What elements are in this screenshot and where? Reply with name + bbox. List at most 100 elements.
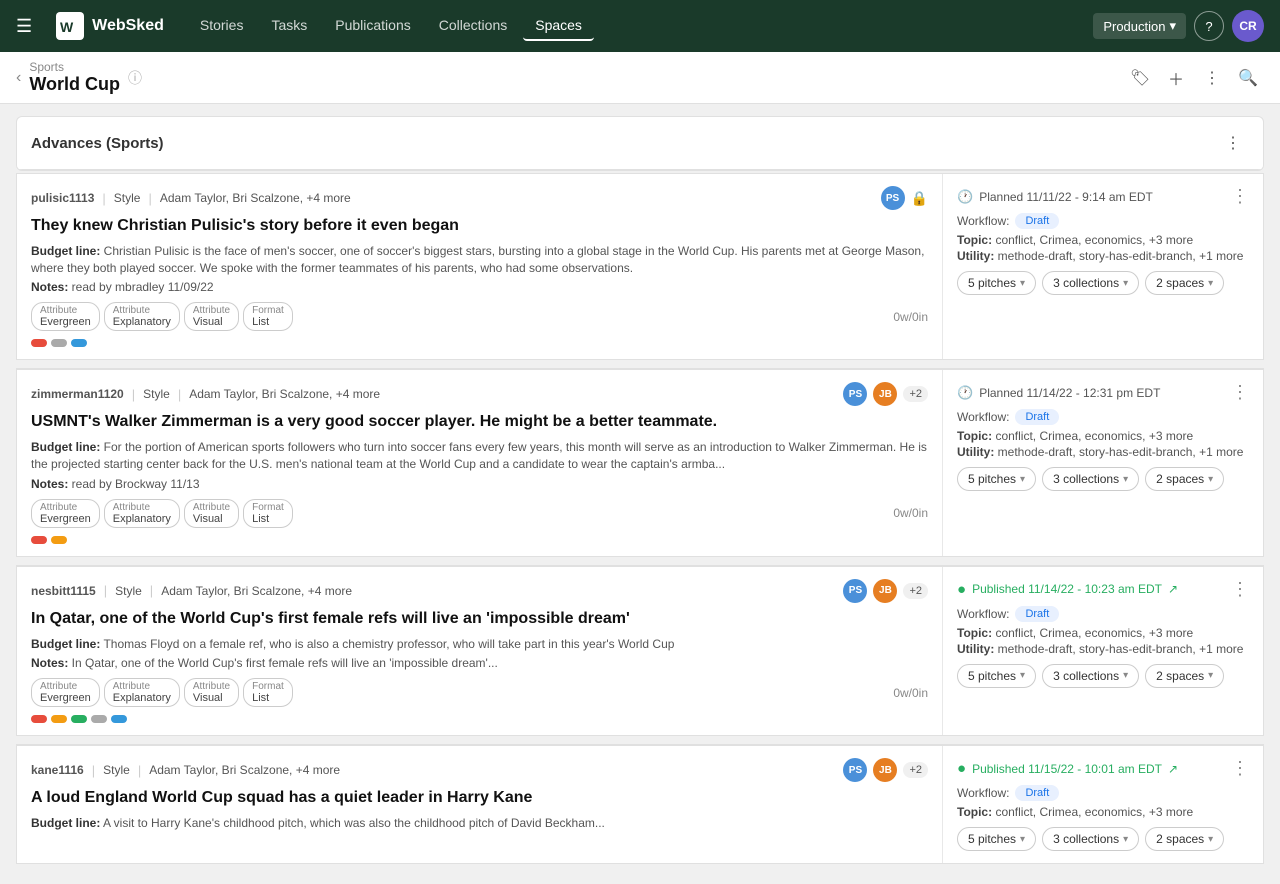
pitches-button[interactable]: 5 pitches ▾ (957, 664, 1036, 688)
section-more-button[interactable]: ⋮ (1217, 127, 1249, 159)
schedule-line: 🕐 Planned 11/11/22 - 9:14 am EDT ⋮ (957, 186, 1249, 207)
card-tags: AttributeEvergreenAttributeExplanatoryAt… (31, 678, 293, 707)
more-options-button[interactable]: ⋮ (1196, 62, 1228, 94)
workflow-line: Workflow: Draft (957, 785, 1249, 801)
topic-line: Topic: conflict, Crimea, economics, +3 m… (957, 805, 1249, 819)
color-dot (71, 339, 87, 347)
tag-item[interactable]: FormatList (243, 678, 293, 707)
tag-item[interactable]: AttributeExplanatory (104, 499, 180, 528)
tag-item[interactable]: AttributeVisual (184, 499, 239, 528)
workflow-line: Workflow: Draft (957, 213, 1249, 229)
external-link-icon[interactable]: ↗ (1168, 582, 1178, 596)
color-dot (51, 536, 67, 544)
story-headline[interactable]: They knew Christian Pulisic's story befo… (31, 216, 928, 237)
collections-button[interactable]: 3 collections ▾ (1042, 271, 1139, 295)
tag-button[interactable]: 🏷 (1124, 62, 1156, 94)
nav-tasks[interactable]: Tasks (259, 11, 319, 41)
card-more-button[interactable]: ⋮ (1231, 382, 1249, 403)
pitches-button[interactable]: 5 pitches ▾ (957, 271, 1036, 295)
spaces-button[interactable]: 2 spaces ▾ (1145, 827, 1224, 851)
color-dot (31, 339, 47, 347)
spaces-button[interactable]: 2 spaces ▾ (1145, 271, 1224, 295)
schedule-text: Planned 11/11/22 - 9:14 am EDT (979, 190, 1153, 204)
nav-collections[interactable]: Collections (427, 11, 519, 41)
workflow-label: Workflow: (957, 607, 1009, 621)
tag-item[interactable]: FormatList (243, 499, 293, 528)
pitches-button[interactable]: 5 pitches ▾ (957, 827, 1036, 851)
environment-selector[interactable]: Production ▾ (1093, 13, 1186, 39)
hamburger-menu[interactable]: ☰ (16, 16, 32, 37)
card-more-button[interactable]: ⋮ (1231, 186, 1249, 207)
workflow-line: Workflow: Draft (957, 606, 1249, 622)
help-button[interactable]: ? (1194, 11, 1224, 41)
external-link-icon[interactable]: ↗ (1168, 762, 1178, 776)
card-actions-right: PSJB +2 (843, 382, 928, 406)
add-button[interactable]: ＋ (1160, 62, 1192, 94)
published-icon: ● (957, 760, 966, 777)
card-more-button[interactable]: ⋮ (1231, 758, 1249, 779)
lock-icon: 🔒 (911, 190, 928, 207)
tag-item[interactable]: AttributeEvergreen (31, 302, 100, 331)
pitches-button[interactable]: 5 pitches ▾ (957, 467, 1036, 491)
card-notes: Notes: In Qatar, one of the World Cup's … (31, 656, 928, 670)
card-more-button[interactable]: ⋮ (1231, 579, 1249, 600)
spaces-button[interactable]: 2 spaces ▾ (1145, 664, 1224, 688)
story-id: pulisic1113 (31, 191, 94, 205)
tag-item[interactable]: AttributeVisual (184, 302, 239, 331)
tag-item[interactable]: AttributeExplanatory (104, 302, 180, 331)
story-card-wrapper: pulisic1113 | Style | Adam Taylor, Bri S… (16, 173, 1264, 360)
card-budget: Budget line: For the portion of American… (31, 439, 928, 473)
action-buttons: 5 pitches ▾ 3 collections ▾ 2 spaces ▾ (957, 467, 1249, 491)
story-section: Style (115, 584, 142, 598)
color-dots (31, 536, 928, 544)
story-headline[interactable]: In Qatar, one of the World Cup's first f… (31, 609, 928, 630)
card-notes: Notes: read by Brockway 11/13 (31, 477, 928, 491)
breadcrumb-back-chevron[interactable]: ‹ (16, 69, 21, 87)
tag-item[interactable]: AttributeEvergreen (31, 678, 100, 707)
nav-stories[interactable]: Stories (188, 11, 256, 41)
collections-button[interactable]: 3 collections ▾ (1042, 467, 1139, 491)
story-card: nesbitt1115 | Style | Adam Taylor, Bri S… (16, 566, 1264, 737)
tag-item[interactable]: AttributeExplanatory (104, 678, 180, 707)
search-button[interactable]: 🔍 (1232, 62, 1264, 94)
workflow-badge[interactable]: Draft (1015, 409, 1059, 425)
tag-item[interactable]: AttributeEvergreen (31, 499, 100, 528)
action-buttons: 5 pitches ▾ 3 collections ▾ 2 spaces ▾ (957, 827, 1249, 851)
spaces-button[interactable]: 2 spaces ▾ (1145, 467, 1224, 491)
story-id: nesbitt1115 (31, 584, 96, 598)
topic-line: Topic: conflict, Crimea, economics, +3 m… (957, 429, 1249, 443)
svg-text:W: W (60, 19, 74, 35)
author-avatar-ps: PS (843, 382, 867, 406)
nav-spaces[interactable]: Spaces (523, 11, 594, 41)
card-meta-top: kane1116 | Style | Adam Taylor, Bri Scal… (31, 758, 928, 782)
planned-icon: 🕐 (957, 385, 973, 401)
planned-icon: 🕐 (957, 189, 973, 205)
main-content: Advances (Sports) ⋮ pulisic1113 | Style … (0, 104, 1280, 884)
nav-publications[interactable]: Publications (323, 11, 423, 41)
logo: W WebSked (56, 12, 164, 40)
color-dot (71, 715, 87, 723)
card-tags: AttributeEvergreenAttributeExplanatoryAt… (31, 302, 293, 331)
workflow-badge[interactable]: Draft (1015, 785, 1059, 801)
tag-item[interactable]: FormatList (243, 302, 293, 331)
story-section: Style (103, 763, 130, 777)
user-avatar[interactable]: CR (1232, 10, 1264, 42)
card-actions-right: PS 🔒 (881, 186, 928, 210)
info-icon[interactable]: ⓘ (128, 68, 142, 88)
card-notes: Notes: read by mbradley 11/09/22 (31, 280, 928, 294)
story-headline[interactable]: USMNT's Walker Zimmerman is a very good … (31, 412, 928, 433)
card-actions-right: PSJB +2 (843, 758, 928, 782)
breadcrumb-actions: 🏷 ＋ ⋮ 🔍 (1124, 62, 1264, 94)
color-dot (91, 715, 107, 723)
wp-logo-icon: W (56, 12, 84, 40)
collections-button[interactable]: 3 collections ▾ (1042, 827, 1139, 851)
schedule-line: 🕐 Planned 11/14/22 - 12:31 pm EDT ⋮ (957, 382, 1249, 403)
workflow-badge[interactable]: Draft (1015, 213, 1059, 229)
workflow-badge[interactable]: Draft (1015, 606, 1059, 622)
story-card-wrapper: kane1116 | Style | Adam Taylor, Bri Scal… (16, 744, 1264, 864)
tag-item[interactable]: AttributeVisual (184, 678, 239, 707)
story-headline[interactable]: A loud England World Cup squad has a qui… (31, 788, 928, 809)
collections-button[interactable]: 3 collections ▾ (1042, 664, 1139, 688)
extra-authors-count: +2 (903, 762, 928, 778)
story-authors: Adam Taylor, Bri Scalzone, +4 more (160, 191, 351, 205)
